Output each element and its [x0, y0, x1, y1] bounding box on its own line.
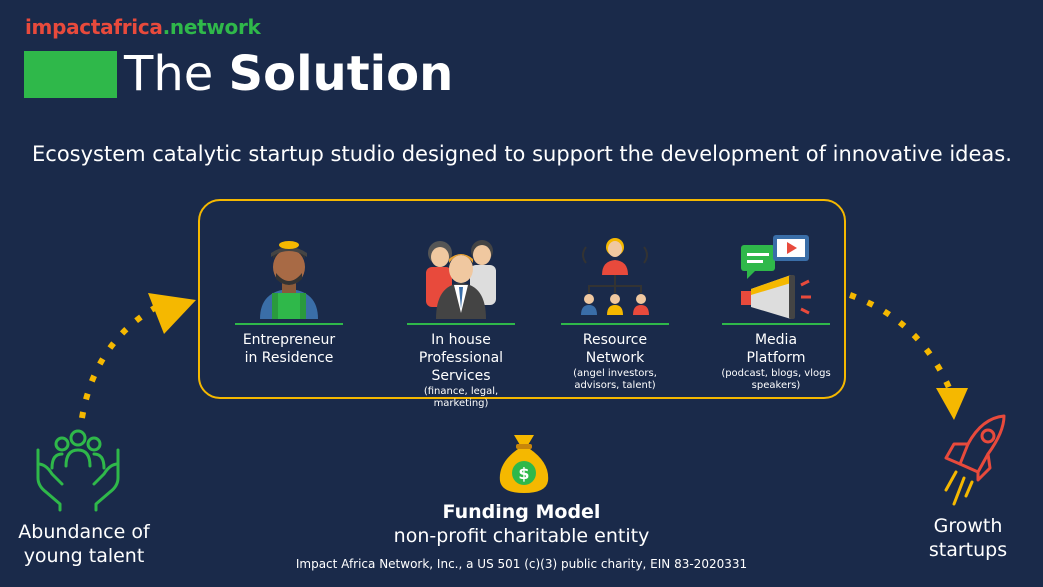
money-bag-icon: $ — [499, 435, 549, 493]
rocket-icon — [944, 414, 1006, 506]
funding-title: Funding Model — [442, 501, 601, 523]
footer-text: Impact Africa Network, Inc., a US 501 (c… — [295, 557, 748, 571]
funding-subtitle: non-profit charitable entity — [393, 525, 650, 547]
right-label: Growth startups — [928, 515, 1008, 561]
flow-arrows — [79, 292, 968, 420]
left-label: Abundance of young talent — [18, 521, 150, 567]
svg-text:$: $ — [518, 464, 529, 483]
talent-hands-icon — [36, 429, 120, 512]
